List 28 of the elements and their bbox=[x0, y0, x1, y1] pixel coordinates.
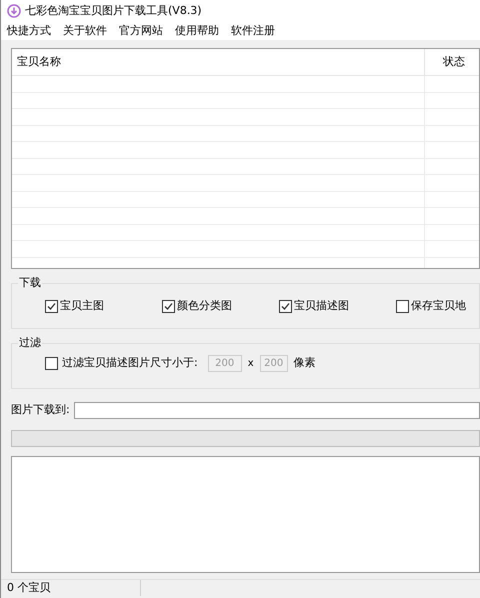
column-header[interactable]: 状态 bbox=[425, 49, 479, 75]
unit-label: 像素 bbox=[294, 355, 316, 372]
download-icon bbox=[7, 4, 21, 18]
checkbox-label[interactable]: 颜色分类图 bbox=[177, 298, 232, 314]
log-area[interactable] bbox=[11, 456, 480, 573]
checkbox[interactable] bbox=[396, 300, 409, 313]
checkbox[interactable] bbox=[162, 300, 175, 313]
times-sign: x bbox=[246, 357, 255, 371]
checkbox[interactable] bbox=[45, 357, 58, 370]
menu-item[interactable]: 关于软件 bbox=[63, 22, 107, 40]
checkbox-label[interactable]: 宝贝主图 bbox=[60, 298, 104, 314]
column-header[interactable]: 宝贝名称 bbox=[12, 49, 425, 75]
menu-item[interactable]: 使用帮助 bbox=[175, 22, 219, 40]
save-path-field[interactable] bbox=[74, 402, 480, 419]
save-path-label: 图片下载到: bbox=[11, 402, 70, 418]
menu-item[interactable]: 软件注册 bbox=[231, 22, 275, 40]
window-title: 七彩色淘宝宝贝图片下载工具(V8.3) bbox=[25, 2, 202, 19]
menu-item[interactable]: 官方网站 bbox=[119, 22, 163, 40]
checkbox[interactable] bbox=[279, 300, 292, 313]
check-icon bbox=[47, 302, 56, 311]
checkbox[interactable] bbox=[45, 300, 58, 313]
checkbox-label[interactable]: 保存宝贝地 bbox=[411, 298, 466, 314]
menu-item[interactable]: 快捷方式 bbox=[7, 22, 51, 40]
check-icon bbox=[164, 302, 173, 311]
check-icon bbox=[281, 302, 290, 311]
item-count: 0 个宝贝 bbox=[1, 580, 141, 596]
checkbox-label[interactable]: 过滤宝贝描述图片尺寸小于: bbox=[62, 355, 198, 372]
checkbox-label[interactable]: 宝贝描述图 bbox=[294, 298, 349, 314]
